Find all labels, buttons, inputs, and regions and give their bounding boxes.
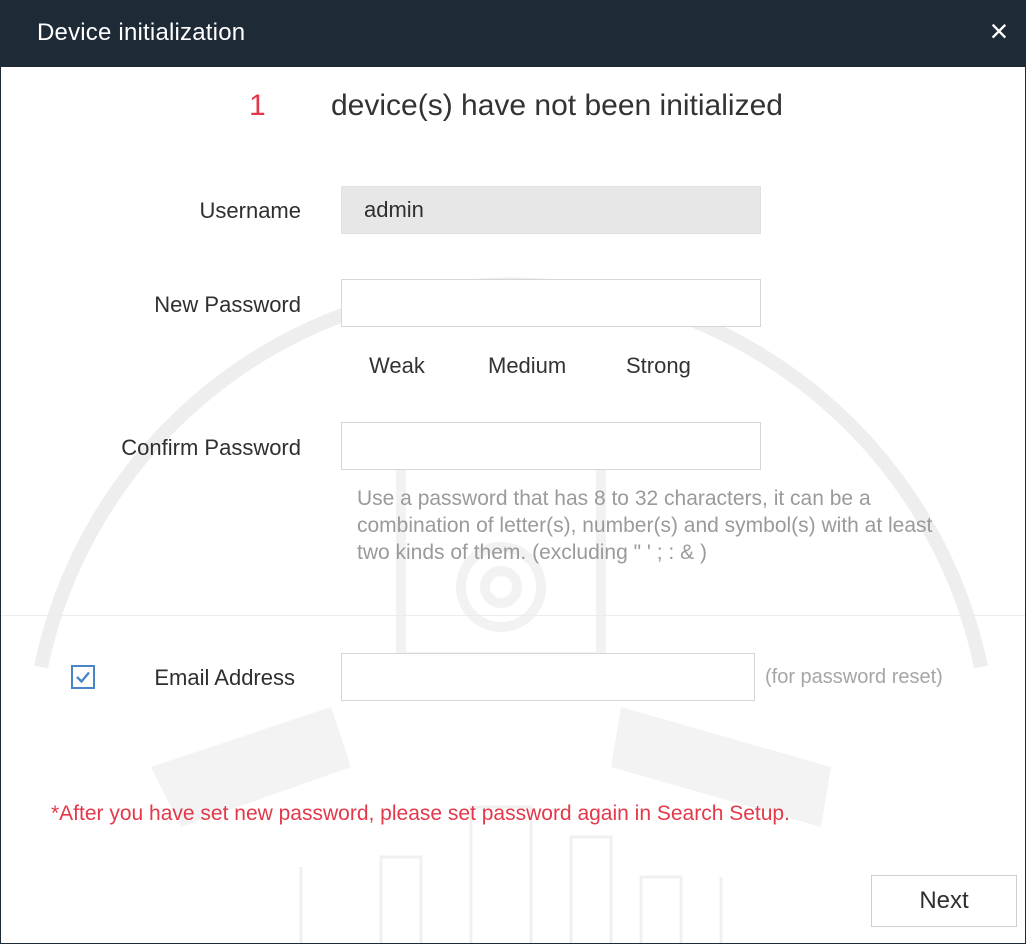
dialog-title: Device initialization: [37, 19, 246, 46]
email-field[interactable]: [341, 653, 755, 701]
uninitialized-message: device(s) have not been initialized: [331, 89, 783, 122]
confirm-password-label: Confirm Password: [121, 435, 301, 460]
strength-weak: Weak: [369, 353, 425, 378]
search-setup-warning: *After you have set new password, please…: [51, 802, 790, 825]
dialog-content: 1 device(s) have not been initialized Us…: [1, 67, 1025, 943]
new-password-label: New Password: [154, 292, 301, 317]
device-initialization-dialog: Device initialization × 1 device(s) have…: [0, 0, 1026, 944]
username-label: Username: [199, 198, 301, 223]
strength-medium: Medium: [488, 353, 567, 378]
uninitialized-count: 1: [249, 89, 266, 122]
divider: [1, 615, 1025, 616]
title-bar: Device initialization ×: [1, 1, 1025, 67]
email-label: Email Address: [154, 665, 295, 690]
username-field: [341, 186, 761, 234]
confirm-password-field[interactable]: [341, 422, 761, 470]
strength-strong: Strong: [626, 353, 691, 378]
new-password-field[interactable]: [341, 279, 761, 327]
close-icon[interactable]: ×: [983, 15, 1015, 47]
password-rules-hint: Use a password that has 8 to 32 characte…: [357, 487, 933, 564]
next-button[interactable]: Next: [871, 875, 1017, 927]
password-reset-note: (for password reset): [765, 666, 943, 688]
